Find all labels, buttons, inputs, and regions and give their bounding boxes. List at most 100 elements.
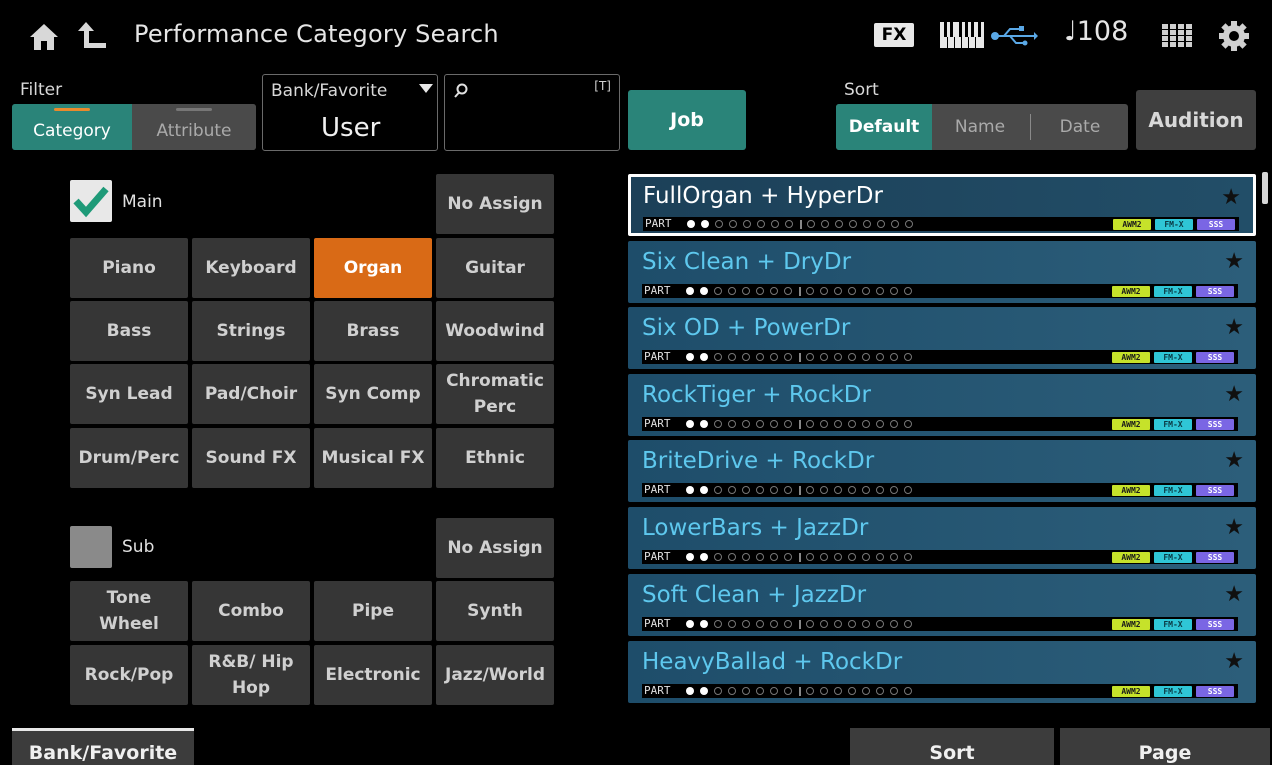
part-dot-active — [687, 220, 695, 228]
tab-category[interactable]: Category — [12, 104, 132, 150]
main-checkbox[interactable] — [70, 180, 112, 222]
part-dot-inactive — [862, 287, 870, 295]
part-label: PART — [644, 617, 671, 630]
list-scrollbar[interactable] — [1262, 172, 1268, 706]
page-title: Performance Category Search — [134, 20, 499, 48]
page-tab[interactable]: Page — [1060, 728, 1270, 765]
part-label: PART — [644, 550, 671, 563]
category-organ[interactable]: Organ — [314, 238, 432, 298]
subcategory-pipe[interactable]: Pipe — [314, 581, 432, 641]
part-dot-inactive — [904, 486, 912, 494]
header-bar: Performance Category Search FX ♩108 — [0, 0, 1272, 68]
bank-favorite-tab-label: Bank/Favorite — [28, 742, 178, 764]
performance-row[interactable]: RockTiger + RockDr ★ PART AWM2 FM-X SSS — [628, 374, 1256, 436]
part-dot-inactive — [848, 687, 856, 695]
part-label: PART — [644, 284, 671, 297]
awm2-badge: AWM2 — [1112, 619, 1150, 630]
sort-name-button[interactable]: Name — [932, 104, 1028, 150]
sub-checkbox[interactable] — [70, 526, 112, 568]
category-keyboard[interactable]: Keyboard — [192, 238, 310, 298]
part-dot-active — [686, 620, 694, 628]
bank-favorite-select[interactable]: Bank/Favorite User — [262, 74, 438, 151]
fx-indicator[interactable]: FX — [874, 23, 914, 47]
subcategory-combo[interactable]: Combo — [192, 581, 310, 641]
sub-no-assign-button[interactable]: No Assign — [436, 518, 554, 578]
performance-row[interactable]: Six OD + PowerDr ★ PART AWM2 FM-X SSS — [628, 307, 1256, 369]
performance-row[interactable]: LowerBars + JazzDr ★ PART AWM2 FM-X SSS — [628, 507, 1256, 569]
back-up-icon[interactable] — [76, 20, 108, 52]
gear-icon[interactable] — [1218, 20, 1250, 52]
favorite-star-icon[interactable]: ★ — [1224, 649, 1244, 674]
part-dot-inactive — [876, 486, 884, 494]
category-drum-perc[interactable]: Drum/Perc — [70, 428, 188, 488]
category-woodwind[interactable]: Woodwind — [436, 301, 554, 361]
bank-favorite-value: User — [321, 113, 381, 143]
performance-row[interactable]: Six Clean + DryDr ★ PART AWM2 FM-X SSS — [628, 241, 1256, 303]
dropdown-arrow-icon — [419, 84, 433, 93]
part-dot-inactive — [834, 620, 842, 628]
main-no-assign-button[interactable]: No Assign — [436, 174, 554, 234]
category-musical-fx[interactable]: Musical FX — [314, 428, 432, 488]
part-dot-inactive — [862, 420, 870, 428]
performance-row[interactable]: Soft Clean + JazzDr ★ PART AWM2 FM-X SSS — [628, 574, 1256, 636]
performance-name: LowerBars + JazzDr — [642, 515, 869, 541]
subcategory-rock-pop[interactable]: Rock/Pop — [70, 645, 188, 705]
part-dot-inactive — [834, 420, 842, 428]
favorite-star-icon[interactable]: ★ — [1224, 382, 1244, 407]
sss-badge: SSS — [1197, 219, 1235, 230]
grid-icon[interactable] — [1162, 24, 1192, 48]
sort-default-button[interactable]: Default — [836, 104, 932, 150]
job-button[interactable]: Job — [628, 90, 746, 150]
part-dot-active — [700, 486, 708, 494]
part-dot-inactive — [714, 353, 722, 361]
category-sound-fx[interactable]: Sound FX — [192, 428, 310, 488]
category-syn-lead[interactable]: Syn Lead — [70, 364, 188, 424]
favorite-star-icon[interactable]: ★ — [1224, 448, 1244, 473]
subcategory-rnb-hip-hop[interactable]: R&B/ Hip Hop — [192, 645, 310, 705]
performance-row[interactable]: HeavyBallad + RockDr ★ PART AWM2 FM-X SSS — [628, 641, 1256, 703]
category-brass[interactable]: Brass — [314, 301, 432, 361]
sort-date-button[interactable]: Date — [1032, 104, 1128, 150]
favorite-star-icon[interactable]: ★ — [1224, 515, 1244, 540]
audition-button[interactable]: Audition — [1136, 90, 1256, 150]
performance-row[interactable]: BriteDrive + RockDr ★ PART AWM2 FM-X SSS — [628, 440, 1256, 502]
part-dot-inactive — [849, 220, 857, 228]
favorite-star-icon[interactable]: ★ — [1224, 249, 1244, 274]
category-strings[interactable]: Strings — [192, 301, 310, 361]
home-icon[interactable] — [28, 22, 60, 52]
search-input[interactable]: [T] — [444, 74, 620, 151]
category-piano[interactable]: Piano — [70, 238, 188, 298]
sort-tab[interactable]: Sort — [850, 728, 1054, 765]
tab-attribute[interactable]: Attribute — [132, 104, 256, 150]
subcategory-synth[interactable]: Synth — [436, 581, 554, 641]
awm2-badge: AWM2 — [1113, 219, 1151, 230]
category-guitar[interactable]: Guitar — [436, 238, 554, 298]
part-dot-inactive — [890, 620, 898, 628]
part-dot-inactive — [756, 353, 764, 361]
bank-favorite-label: Bank/Favorite — [271, 81, 388, 101]
tempo-display[interactable]: ♩108 — [1064, 16, 1128, 47]
favorite-star-icon[interactable]: ★ — [1221, 185, 1241, 210]
part-dot-inactive — [770, 486, 778, 494]
favorite-star-icon[interactable]: ★ — [1224, 582, 1244, 607]
part-dot-inactive — [904, 553, 912, 561]
category-ethnic[interactable]: Ethnic — [436, 428, 554, 488]
part-dot-inactive — [806, 687, 814, 695]
subcategory-jazz-world[interactable]: Jazz/World — [436, 645, 554, 705]
category-chromatic-perc[interactable]: Chromatic Perc — [436, 364, 554, 424]
category-bass[interactable]: Bass — [70, 301, 188, 361]
awm2-badge: AWM2 — [1112, 419, 1150, 430]
bank-favorite-tab[interactable]: Bank/Favorite — [12, 728, 194, 765]
part-dot-inactive — [890, 687, 898, 695]
part-label: PART — [644, 350, 671, 363]
part-separator — [799, 287, 801, 296]
subcategory-electronic[interactable]: Electronic — [314, 645, 432, 705]
performance-row[interactable]: FullOrgan + HyperDr ★ PART AWM2 FM-X SSS — [628, 174, 1256, 236]
category-pad-choir[interactable]: Pad/Choir — [192, 364, 310, 424]
category-syn-comp[interactable]: Syn Comp — [314, 364, 432, 424]
part-dot-inactive — [756, 687, 764, 695]
favorite-star-icon[interactable]: ★ — [1224, 315, 1244, 340]
scrollbar-thumb[interactable] — [1262, 172, 1268, 204]
subcategory-tone-wheel[interactable]: Tone Wheel — [70, 581, 188, 641]
part-dot-inactive — [848, 287, 856, 295]
